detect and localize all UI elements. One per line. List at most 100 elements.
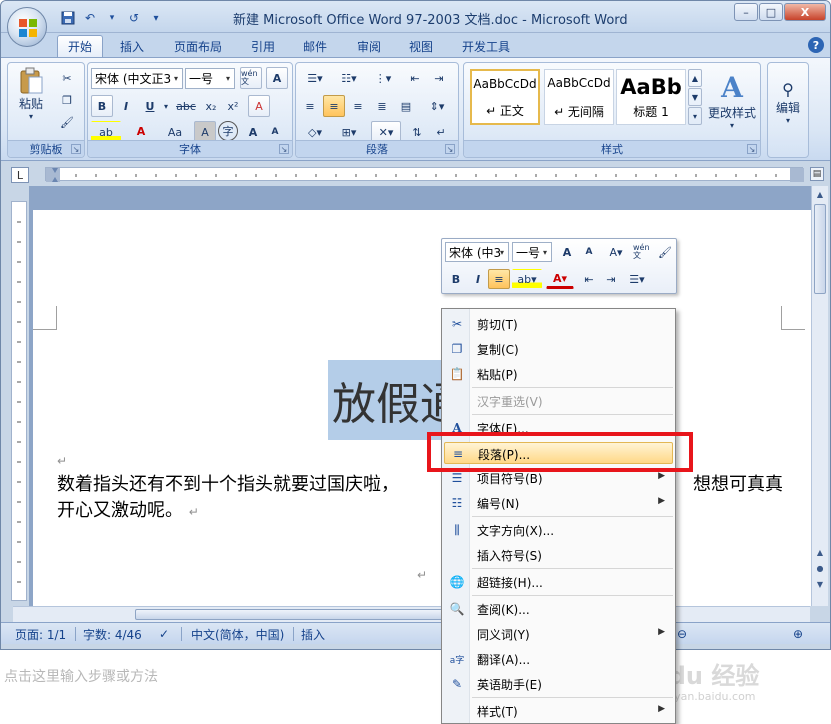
undo-icon[interactable]: ↶: [81, 10, 99, 26]
style-no-spacing[interactable]: AaBbCcDd ↵ 无间隔: [544, 69, 614, 125]
paste-dropdown-icon[interactable]: ▾: [29, 112, 33, 121]
mini-font-name-dropdown-icon[interactable]: ▾: [496, 243, 508, 261]
character-border-button[interactable]: A: [266, 67, 288, 89]
status-language[interactable]: 中文(简体，中国): [191, 626, 284, 642]
menu-item-numbering[interactable]: ☷ 编号(N) ▶: [444, 492, 673, 514]
multilevel-list-button[interactable]: ⋮▾: [367, 67, 399, 89]
tab-insert[interactable]: 插入: [109, 35, 155, 57]
mini-center-button[interactable]: ≡: [488, 269, 510, 289]
tab-home[interactable]: 开始: [57, 35, 103, 57]
scroll-up-icon[interactable]: ▲: [812, 186, 828, 202]
styles-scroll-down-icon[interactable]: ▼: [688, 88, 702, 106]
font-size-combo[interactable]: 一号 ▾: [185, 68, 235, 89]
increase-indent-button[interactable]: ⇥: [428, 67, 450, 89]
horizontal-ruler[interactable]: [45, 167, 804, 182]
menu-item-text-direction[interactable]: ⫼ 文字方向(X)...: [444, 519, 673, 541]
underline-button[interactable]: U: [139, 95, 161, 117]
bullets-button[interactable]: ☰▾: [299, 67, 331, 89]
change-styles-button[interactable]: A 更改样式 ▾: [706, 65, 758, 135]
maximize-button[interactable]: □: [759, 3, 783, 21]
styles-launcher-icon[interactable]: ↘: [747, 144, 757, 154]
strikethrough-button[interactable]: abc: [174, 95, 198, 117]
tab-developer[interactable]: 开发工具: [453, 35, 519, 57]
menu-item-hyperlink[interactable]: 🌐 超链接(H)...: [444, 571, 673, 593]
menu-item-english-assistant[interactable]: ✎ 英语助手(E): [444, 673, 673, 695]
tab-mailings[interactable]: 邮件: [293, 35, 337, 57]
decrease-indent-button[interactable]: ⇤: [404, 67, 426, 89]
menu-item-font[interactable]: A 字体(F)...: [444, 417, 673, 439]
mini-format-painter-icon[interactable]: 🖌: [654, 242, 676, 262]
menu-item-styles[interactable]: 样式(T) ▶: [444, 700, 673, 722]
subscript-button[interactable]: x₂: [200, 95, 222, 117]
redo-icon[interactable]: ↺: [125, 10, 143, 26]
vertical-ruler[interactable]: [11, 201, 27, 601]
customize-qat-icon[interactable]: ▾: [147, 10, 165, 26]
paste-button[interactable]: 粘贴 ▾: [14, 65, 48, 123]
mini-increase-indent-button[interactable]: ⇥: [600, 269, 622, 289]
menu-item-copy[interactable]: ❐ 复制(C): [444, 338, 673, 360]
view-ruler-icon[interactable]: ▤: [810, 167, 824, 181]
vertical-scrollbar[interactable]: ▲ ▲ ● ▼: [811, 186, 828, 606]
office-button[interactable]: [7, 7, 47, 47]
tab-references[interactable]: 引用: [241, 35, 285, 57]
mini-shrink-font-button[interactable]: A: [578, 242, 600, 262]
mini-highlight-button[interactable]: ab▾: [512, 269, 542, 289]
tab-selector-icon[interactable]: L: [11, 167, 29, 183]
paragraph-launcher-icon[interactable]: ↘: [445, 144, 455, 154]
superscript-button[interactable]: x²: [222, 95, 244, 117]
menu-item-bullets[interactable]: ☰ 项目符号(B) ▶: [444, 467, 673, 489]
numbering-button[interactable]: ☷▾: [333, 67, 365, 89]
font-name-dropdown-icon[interactable]: ▾: [170, 69, 182, 88]
format-painter-icon[interactable]: 🖌: [56, 111, 78, 133]
mini-font-size-dropdown-icon[interactable]: ▾: [539, 243, 551, 261]
clipboard-launcher-icon[interactable]: ↘: [71, 144, 81, 154]
menu-item-cut[interactable]: ✂ 剪切(T): [444, 313, 673, 335]
status-word-count[interactable]: 字数: 4/46: [83, 626, 142, 642]
cut-icon[interactable]: ✂: [56, 67, 78, 89]
editing-button[interactable]: ⚲ 编辑 ▾: [770, 67, 806, 137]
style-normal[interactable]: AaBbCcDd ↵ 正文: [470, 69, 540, 125]
mini-styles-button[interactable]: A▾: [602, 242, 630, 262]
select-browse-object-icon[interactable]: ●: [812, 560, 828, 576]
status-insert-mode[interactable]: 插入: [301, 626, 325, 642]
menu-item-paragraph[interactable]: ≡ 段落(P)...: [444, 442, 673, 464]
copy-icon[interactable]: ❐: [56, 89, 78, 111]
bold-button[interactable]: B: [91, 95, 113, 117]
step-caption[interactable]: 点击这里输入步骤或方法: [4, 666, 158, 686]
menu-item-insert-symbol[interactable]: 插入符号(S): [444, 544, 673, 566]
align-left-button[interactable]: ≡: [299, 95, 321, 117]
tab-view[interactable]: 视图: [399, 35, 443, 57]
quick-access-dropdown-icon[interactable]: ▾: [103, 10, 121, 26]
line-spacing-button[interactable]: ⇕▾: [421, 95, 453, 117]
mini-bold-button[interactable]: B: [445, 269, 467, 289]
mini-bullets-button[interactable]: ☰▾: [622, 269, 652, 289]
tab-page-layout[interactable]: 页面布局: [165, 35, 231, 57]
status-page[interactable]: 页面: 1/1: [15, 626, 66, 642]
document-title-selected[interactable]: 放假通: [328, 360, 446, 440]
style-heading-1[interactable]: AaBb 标题 1: [616, 69, 686, 125]
mini-font-color-button[interactable]: A▾: [546, 269, 574, 289]
zoom-in-icon[interactable]: ⊕: [793, 626, 803, 642]
font-launcher-icon[interactable]: ↘: [279, 144, 289, 154]
vertical-scroll-thumb[interactable]: [814, 204, 826, 294]
styles-more-icon[interactable]: ▾: [688, 107, 702, 125]
font-size-dropdown-icon[interactable]: ▾: [222, 69, 234, 88]
minimize-button[interactable]: –: [734, 3, 758, 21]
help-icon[interactable]: ?: [808, 37, 824, 53]
document-page[interactable]: 放假通 ↵ 数着指头还有不到十个指头就要过国庆啦， 想想可真真 开心又激动呢。 …: [33, 210, 811, 606]
mini-font-name-combo[interactable]: 宋体 (中3 ▾: [445, 242, 509, 262]
mini-phonetic-button[interactable]: wén 文: [632, 242, 654, 262]
clear-formatting-button[interactable]: A: [248, 95, 270, 117]
align-right-button[interactable]: ≡: [347, 95, 369, 117]
menu-item-paste[interactable]: 📋 粘贴(P): [444, 363, 673, 385]
font-name-combo[interactable]: 宋体 (中文正3 ▾: [91, 68, 183, 89]
spell-check-icon[interactable]: ✓: [159, 626, 169, 642]
close-button[interactable]: X: [784, 3, 826, 21]
underline-dropdown-icon[interactable]: ▾: [161, 95, 171, 117]
styles-scroll-up-icon[interactable]: ▲: [688, 69, 702, 87]
save-icon[interactable]: [59, 10, 77, 26]
scroll-next-page-icon[interactable]: ▼: [812, 576, 828, 592]
mini-font-size-combo[interactable]: 一号 ▾: [512, 242, 552, 262]
italic-button[interactable]: I: [115, 95, 137, 117]
scroll-prev-page-icon[interactable]: ▲: [812, 544, 828, 560]
